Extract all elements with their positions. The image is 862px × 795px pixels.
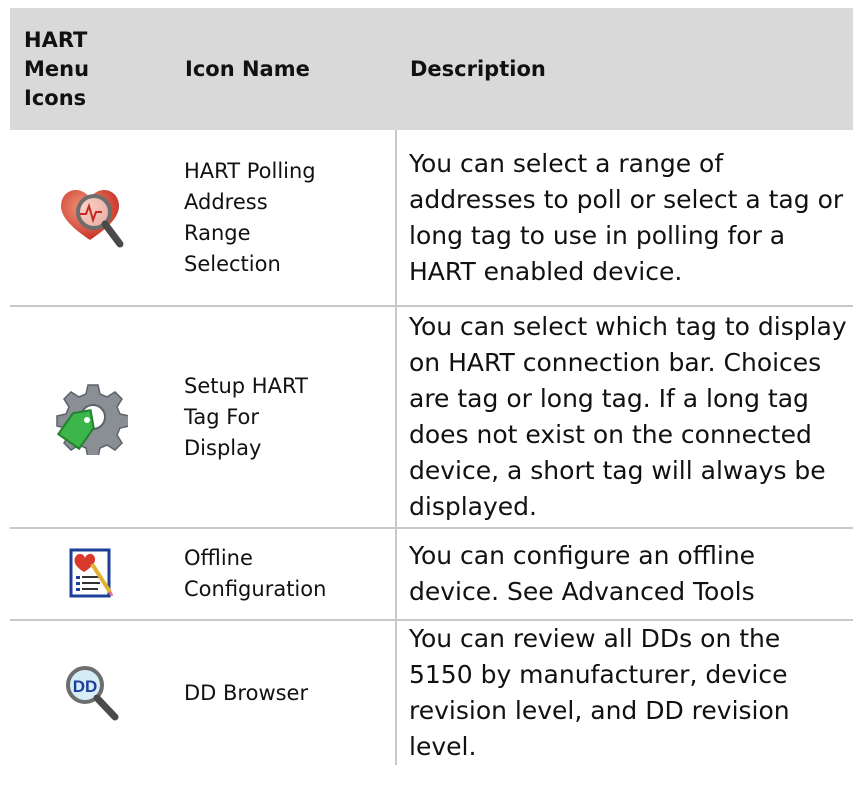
heart-magnifier-icon xyxy=(56,189,126,247)
header-row: HART Menu Icons Icon Name Description xyxy=(10,8,853,130)
header-icon-name: Icon Name xyxy=(171,8,396,130)
icon-name: DD Browser xyxy=(171,620,397,765)
header-icons: HART Menu Icons xyxy=(10,8,171,130)
dd-magnifier-icon: DD xyxy=(61,666,121,721)
icon-cell xyxy=(10,130,171,307)
icon-description: You can review all DDs on the 5150 by ma… xyxy=(409,624,790,761)
icon-name: Offline Configuration xyxy=(171,528,397,621)
icon-cell: DD xyxy=(10,620,171,765)
icon-description: You can select a range of addresses to p… xyxy=(396,130,853,307)
gear-tag-icon xyxy=(54,384,128,455)
table-row: Setup HART Tag For Display You can selec… xyxy=(10,306,853,529)
icon-name: Setup HART Tag For Display xyxy=(171,306,397,529)
header-description: Description xyxy=(396,8,853,130)
icon-cell xyxy=(10,528,171,621)
table-row: Offline Configuration You can configure … xyxy=(10,528,853,621)
icon-name: HART Polling Address Range Selection xyxy=(171,130,397,307)
icon-description: You can select which tag to display on H… xyxy=(396,306,853,529)
table-row: DD DD Browser You can review all DDs on … xyxy=(10,620,853,765)
document-heart-pencil-icon xyxy=(68,548,114,598)
hart-menu-icons-table: HART Menu Icons Icon Name Description HA… xyxy=(10,8,853,765)
icon-description: You can configure an offline device. See… xyxy=(396,528,853,621)
table-row: HART Polling Address Range Selection You… xyxy=(10,130,853,307)
icon-cell xyxy=(10,306,171,529)
svg-text:DD: DD xyxy=(72,677,97,696)
